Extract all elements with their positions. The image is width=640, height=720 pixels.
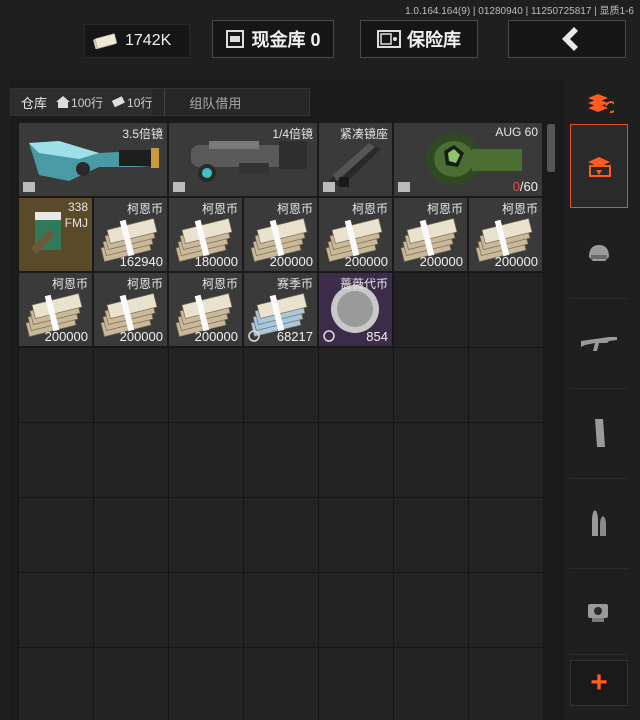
sidebar-magazines[interactable] <box>570 388 628 479</box>
tab-team-borrow[interactable]: 组队借用 <box>164 89 241 115</box>
item-name: 柯恩币 <box>51 277 88 291</box>
cash-vault-button[interactable]: 现金库 0 <box>212 20 334 58</box>
item-count: 200000 <box>344 254 388 269</box>
item-koen-coin[interactable]: 柯恩币 200000 <box>18 272 93 347</box>
cash-vault-label: 现金库 0 <box>251 30 321 50</box>
item-count: 180000 <box>194 254 238 269</box>
item-name: 柯恩币 <box>426 202 463 216</box>
item-ammo-338-fmj[interactable]: 338 FMJ <box>18 197 93 272</box>
item-koen-coin[interactable]: 柯恩币 180000 <box>168 197 243 272</box>
scrollbar[interactable] <box>547 124 555 172</box>
item-koen-coin[interactable]: 柯恩币 200000 <box>318 197 393 272</box>
add-button[interactable]: + <box>570 660 628 706</box>
home-rows-label: 100行 <box>71 95 104 110</box>
item-count: 200000 <box>119 329 163 344</box>
sidebar-weapons[interactable] <box>570 298 628 389</box>
home-icon <box>56 96 71 108</box>
scope-icon <box>588 604 608 622</box>
magazine-icon <box>595 419 605 447</box>
item-rose-token[interactable]: 蔷薇代币 854 <box>318 272 393 347</box>
item-name: 3.5倍镜 <box>122 127 163 141</box>
ticket-icon <box>111 96 125 108</box>
item-name: 柯恩币 <box>126 277 163 291</box>
item-name: 紧凑镜座 <box>339 127 388 141</box>
sidebar-warehouse[interactable] <box>570 124 628 208</box>
all-items-icon <box>588 94 614 114</box>
cash-vault-icon <box>226 30 245 48</box>
back-button[interactable] <box>508 20 626 58</box>
item-compact-mount[interactable]: 紧凑镜座 <box>318 122 393 197</box>
item-count: 162940 <box>119 254 163 269</box>
ammo-count: 0/60 <box>513 179 538 194</box>
item-count: 68217 <box>276 329 313 344</box>
extra-rows-label: 10行 <box>127 95 153 110</box>
item-count: 200000 <box>194 329 238 344</box>
tab-warehouse[interactable]: 仓库 100行 10行 <box>11 89 153 115</box>
item-name: 赛季币 <box>276 277 313 291</box>
ammo-current: 0 <box>512 179 520 194</box>
item-name: 蔷薇代币 <box>339 277 388 291</box>
rifle-icon <box>581 337 617 351</box>
item-name: 338 <box>67 200 88 214</box>
item-name: 柯恩币 <box>276 202 313 216</box>
warehouse-icon <box>588 157 611 177</box>
extra-rows: 10行 <box>111 94 152 111</box>
money-display: 1742K <box>84 24 190 58</box>
item-name: 柯恩币 <box>351 202 388 216</box>
money-value: 1742K <box>125 32 172 49</box>
sidebar-all-items[interactable] <box>570 80 628 127</box>
item-koen-coin[interactable]: 柯恩币 200000 <box>168 272 243 347</box>
item-scope-1-4x[interactable]: 1/4倍镜 <box>168 122 318 197</box>
item-koen-coin[interactable]: 柯恩币 200000 <box>243 197 318 272</box>
box-tag-icon <box>173 182 185 192</box>
ammo-capacity: /60 <box>519 179 538 194</box>
inventory-grid: 3.5倍镜 1/4倍镜 紧凑镜座 AUG 60 0/60 338 FMJ 柯恩币… <box>18 122 543 720</box>
item-count: 200000 <box>44 329 88 344</box>
safe-icon <box>377 30 401 48</box>
box-tag-icon <box>323 182 335 192</box>
home-rows: 100行 <box>55 94 103 111</box>
sidebar-ammo[interactable] <box>570 478 628 569</box>
item-name: 柯恩币 <box>501 202 538 216</box>
season-tag-icon <box>248 330 260 342</box>
back-arrow-icon <box>562 27 578 51</box>
timer-icon <box>323 330 335 342</box>
item-season-coin[interactable]: 赛季币 68217 <box>243 272 318 347</box>
item-name: 1/4倍镜 <box>272 127 313 141</box>
item-count: 854 <box>366 329 388 344</box>
item-name: 柯恩币 <box>201 277 238 291</box>
top-bar: 1742K 现金库 0 保险库 <box>0 18 640 62</box>
safe-label: 保险库 <box>407 30 461 50</box>
category-sidebar: + <box>570 80 628 720</box>
item-subname: FMJ <box>64 216 88 230</box>
cash-icon <box>93 33 117 49</box>
warehouse-tabs: 仓库 100行 10行 组队借用 <box>10 88 310 116</box>
item-koen-coin[interactable]: 柯恩币 200000 <box>468 197 543 272</box>
safe-button[interactable]: 保险库 <box>360 20 478 58</box>
sidebar-helmet[interactable] <box>570 208 628 299</box>
item-koen-coin[interactable]: 柯恩币 200000 <box>93 272 168 347</box>
team-borrow-label: 组队借用 <box>189 95 242 111</box>
item-count: 200000 <box>419 254 463 269</box>
warehouse-label: 仓库 <box>21 95 48 111</box>
item-scope-3-5x[interactable]: 3.5倍镜 <box>18 122 168 197</box>
version-text: 1.0.164.164(9) | 01280940 | 11250725817 … <box>405 6 634 17</box>
item-count: 200000 <box>269 254 313 269</box>
item-name: 柯恩币 <box>126 202 163 216</box>
box-tag-icon <box>23 182 35 192</box>
box-tag-icon <box>398 182 410 192</box>
helmet-icon <box>589 245 609 261</box>
item-count: 200000 <box>494 254 538 269</box>
item-aug-60-magazine[interactable]: AUG 60 0/60 <box>393 122 543 197</box>
sidebar-attachments[interactable] <box>570 568 628 655</box>
item-name: 柯恩币 <box>201 202 238 216</box>
item-koen-coin[interactable]: 柯恩币 162940 <box>93 197 168 272</box>
item-name: AUG 60 <box>495 125 538 139</box>
item-koen-coin[interactable]: 柯恩币 200000 <box>393 197 468 272</box>
ammo-icon <box>592 510 606 536</box>
